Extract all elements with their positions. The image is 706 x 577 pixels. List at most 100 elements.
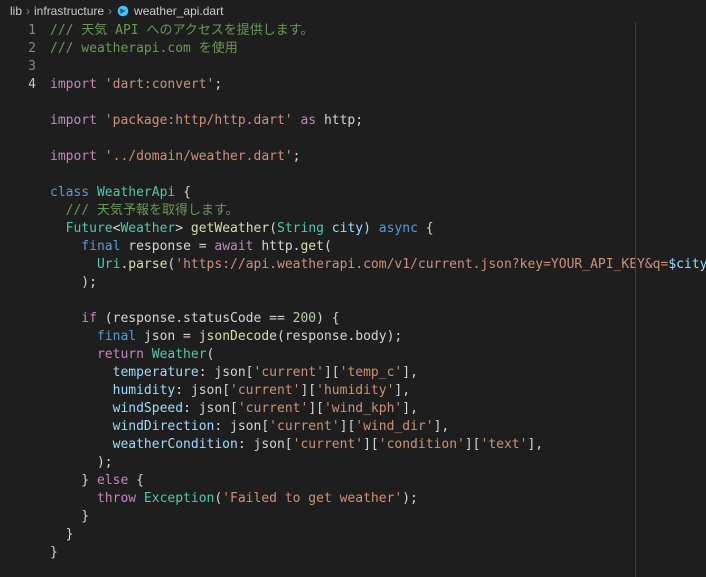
editor-ruler <box>635 22 636 577</box>
code-token: } <box>50 545 58 560</box>
code-token: ) { <box>316 311 339 326</box>
code-token: > <box>175 221 191 236</box>
dart-file-icon <box>116 4 130 18</box>
code-token: import <box>50 149 97 164</box>
line-gutter: 1 2 3 4 <box>0 22 50 577</box>
code-token: getWeather <box>191 221 269 236</box>
code-token: 'wind_kph' <box>324 401 402 416</box>
code-token: humidity <box>50 383 175 398</box>
line-number: 3 <box>0 58 36 76</box>
code-token: 'current' <box>238 401 308 416</box>
code-token: as <box>293 113 324 128</box>
code-token: ; <box>214 77 222 92</box>
code-token: await <box>214 239 253 254</box>
code-token: 'dart:convert' <box>105 77 215 92</box>
code-token: 'https://api.weatherapi.com/v1/current.j… <box>175 257 668 272</box>
code-token: ][ <box>324 365 340 380</box>
code-token: Exception <box>136 491 214 506</box>
code-token: ], <box>402 401 418 416</box>
code-token: get <box>300 239 323 254</box>
code-token: (response.statusCode == <box>97 311 293 326</box>
line-number: 1 <box>0 22 36 40</box>
code-token: : json[ <box>214 419 269 434</box>
breadcrumb[interactable]: lib › infrastructure › weather_api.dart <box>0 0 706 22</box>
code-token: ][ <box>363 437 379 452</box>
code-token: json = <box>136 329 199 344</box>
breadcrumb-segment[interactable]: infrastructure <box>34 4 104 18</box>
code-token: temperature <box>50 365 199 380</box>
code-token: /// 天気予報を取得します。 <box>50 203 239 218</box>
code-token: ][ <box>465 437 481 452</box>
line-number: 2 <box>0 40 36 58</box>
code-token: : json[ <box>199 365 254 380</box>
code-token: ( <box>269 221 277 236</box>
code-token: : json[ <box>238 437 293 452</box>
code-token: http. <box>254 239 301 254</box>
code-token: 'current' <box>269 419 339 434</box>
code-token: { <box>183 185 191 200</box>
code-token: ; <box>293 149 301 164</box>
code-token: { <box>128 473 144 488</box>
code-token: { <box>418 221 434 236</box>
code-token: } <box>50 473 97 488</box>
code-token: 'wind_dir' <box>355 419 433 434</box>
code-token: ); <box>50 455 113 470</box>
code-token: ], <box>394 383 410 398</box>
code-token: 'Failed to get weather' <box>222 491 402 506</box>
code-token: /// 天気 API へのアクセスを提供します。 <box>50 23 314 38</box>
code-token: return <box>50 347 144 362</box>
code-token: parse <box>128 257 167 272</box>
code-token: final <box>50 239 120 254</box>
code-token: Future <box>50 221 113 236</box>
code-token: response = <box>120 239 214 254</box>
code-token: import <box>50 113 97 128</box>
code-token: : json[ <box>175 383 230 398</box>
code-token: city) <box>324 221 379 236</box>
code-token: http; <box>324 113 363 128</box>
code-token: ][ <box>340 419 356 434</box>
code-token: ( <box>324 239 332 254</box>
code-token: ][ <box>308 401 324 416</box>
code-token: Weather <box>120 221 175 236</box>
code-token: Weather <box>144 347 207 362</box>
code-token: '../domain/weather.dart' <box>105 149 293 164</box>
code-token: 'current' <box>254 365 324 380</box>
code-token: } <box>50 527 73 542</box>
code-token: final <box>50 329 136 344</box>
code-token: 'package:http/http.dart' <box>105 113 293 128</box>
code-token: WeatherApi <box>89 185 183 200</box>
code-token: class <box>50 185 89 200</box>
code-token: windSpeed <box>50 401 183 416</box>
code-token: $city <box>668 257 706 272</box>
code-token: ], <box>527 437 543 452</box>
breadcrumb-file[interactable]: weather_api.dart <box>134 4 223 18</box>
code-token: 'current' <box>293 437 363 452</box>
code-token: jsonDecode <box>199 329 277 344</box>
code-token: windDirection <box>50 419 214 434</box>
code-token: weatherCondition <box>50 437 238 452</box>
code-token: ][ <box>300 383 316 398</box>
code-editor[interactable]: 1 2 3 4 /// 天気 API へのアクセスを提供します。 /// wea… <box>0 22 706 577</box>
code-token: (response.body); <box>277 329 402 344</box>
code-area[interactable]: /// 天気 API へのアクセスを提供します。 /// weatherapi.… <box>50 22 706 577</box>
code-token: 200 <box>293 311 316 326</box>
code-token: ); <box>402 491 418 506</box>
breadcrumb-sep: › <box>108 4 112 18</box>
code-token: ); <box>50 275 97 290</box>
code-token: import <box>50 77 97 92</box>
breadcrumb-sep: › <box>26 4 30 18</box>
code-token: String <box>277 221 324 236</box>
code-token: 'humidity' <box>316 383 394 398</box>
code-token: } <box>50 509 89 524</box>
line-number: 4 <box>0 76 36 94</box>
code-token: ( <box>207 347 215 362</box>
code-token: /// weatherapi.com を使用 <box>50 41 238 56</box>
code-token: 'condition' <box>379 437 465 452</box>
code-token: 'text' <box>481 437 528 452</box>
code-token: 'temp_c' <box>340 365 403 380</box>
code-token: throw <box>50 491 136 506</box>
code-token: ], <box>434 419 450 434</box>
breadcrumb-segment[interactable]: lib <box>10 4 22 18</box>
code-token: if <box>50 311 97 326</box>
code-token: else <box>97 473 128 488</box>
